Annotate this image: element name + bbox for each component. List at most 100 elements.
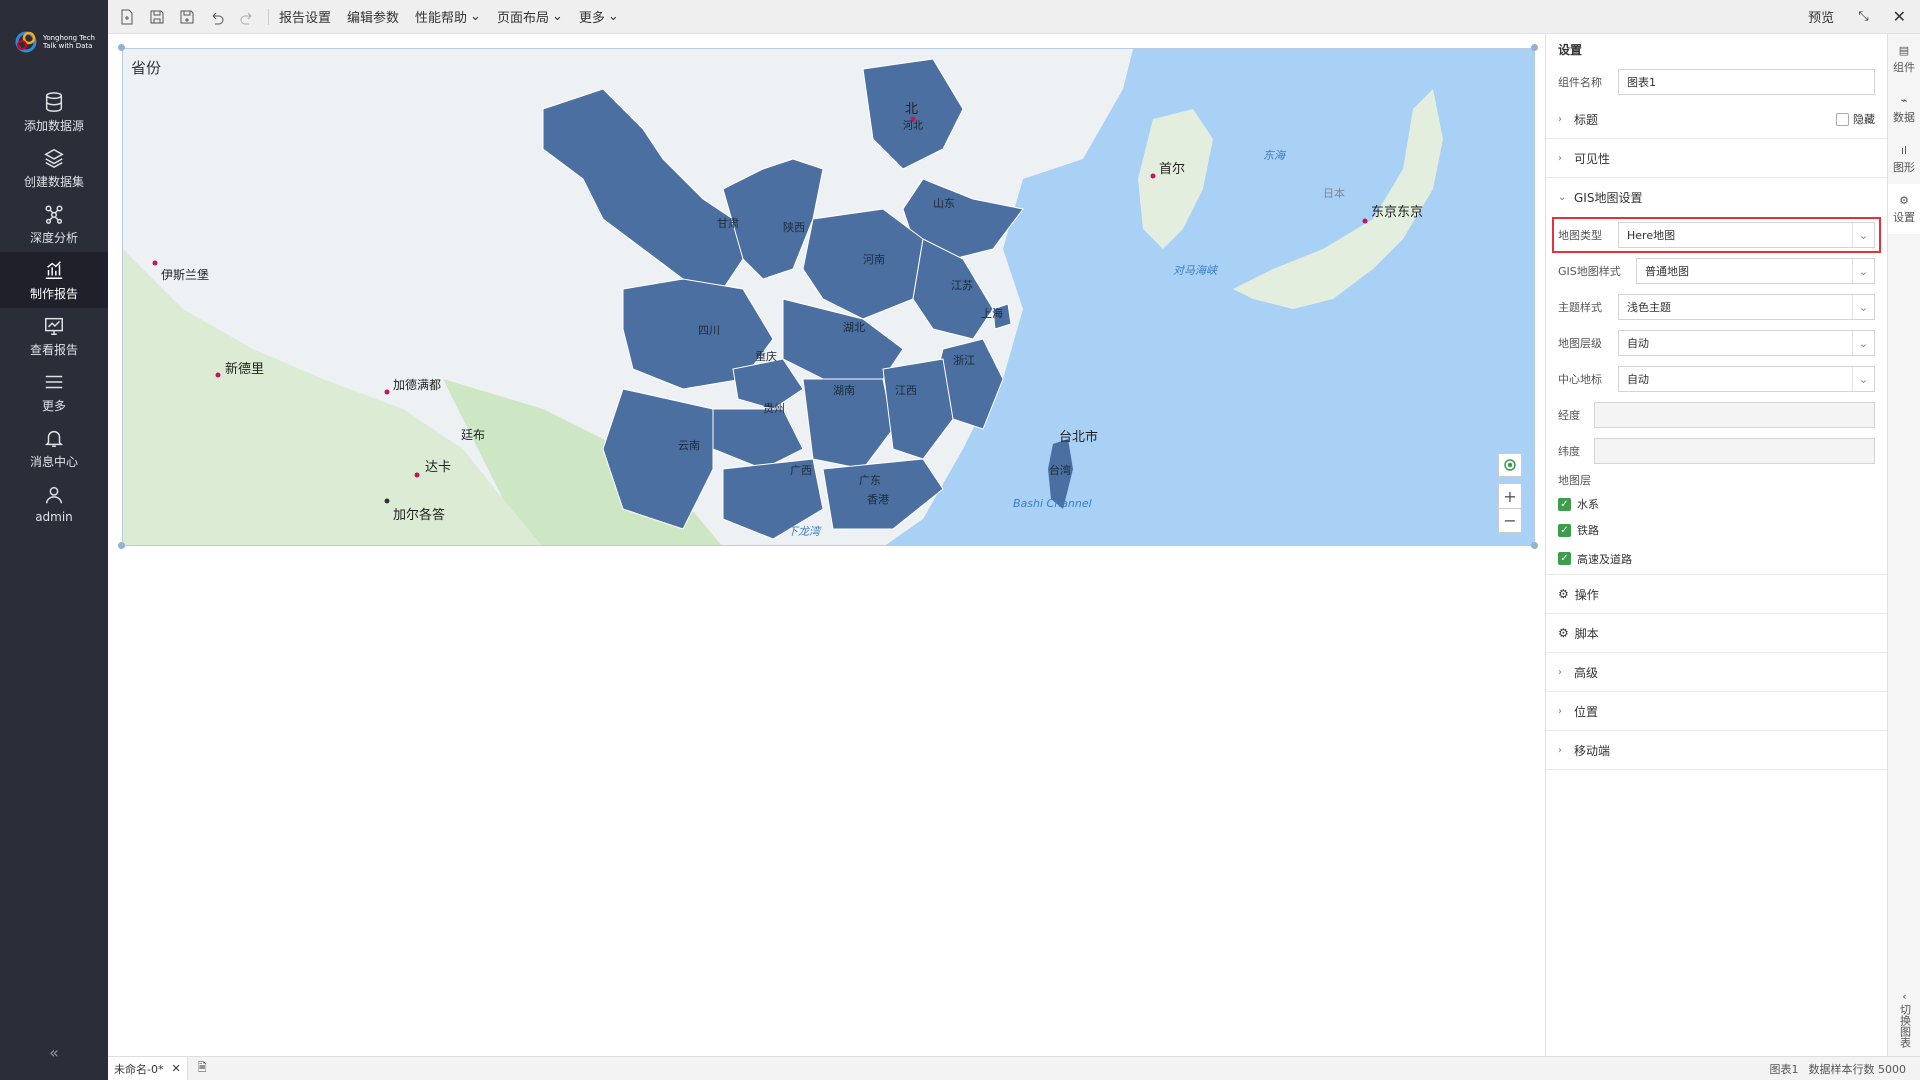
new-tab-icon[interactable]: 🗎: [198, 1059, 207, 1078]
city-marker: [152, 260, 158, 266]
nav-add-datasource[interactable]: 添加数据源: [0, 84, 108, 140]
section-mobile[interactable]: › 移动端: [1546, 731, 1887, 770]
hide-checkbox[interactable]: [1836, 112, 1849, 126]
new-report-icon[interactable]: [116, 6, 138, 28]
locate-button[interactable]: [1498, 453, 1522, 477]
theme-label: 主题样式: [1558, 301, 1602, 314]
menu-performance-help[interactable]: 性能帮助 ⌄: [415, 7, 481, 26]
city-marker: [1150, 173, 1156, 179]
center-select[interactable]: 自动 ⌄: [1618, 366, 1875, 392]
switch-chart-button[interactable]: ‹ 切换图表: [1888, 990, 1920, 1048]
chevron-right-icon: ›: [1558, 113, 1562, 125]
gis-map-component[interactable]: 甘肃 陕西 山东 河南 江苏 四川 湖北 重庆 浙江 贵州 湖南 江西 云南 广…: [122, 48, 1535, 546]
map-type-row: 地图类型 Here地图 ⌄: [1552, 217, 1881, 253]
layers-label: 地图层: [1558, 474, 1591, 487]
select-value: 自动: [1627, 373, 1649, 386]
place-label: 东京东京: [1371, 205, 1423, 220]
rightbar-settings[interactable]: ⚙ 设置: [1888, 184, 1920, 234]
section-label: 高级: [1574, 665, 1599, 680]
preview-button[interactable]: 预览: [1808, 7, 1834, 26]
section-advanced[interactable]: › 高级: [1546, 653, 1887, 692]
resize-handle[interactable]: [118, 44, 125, 51]
menu-page-layout[interactable]: 页面布局 ⌄: [497, 7, 563, 26]
nav-user[interactable]: admin: [0, 476, 108, 532]
checkbox-checked-icon[interactable]: ✓: [1558, 497, 1571, 511]
hide-label: 隐藏: [1853, 113, 1875, 126]
water-label: Bashi Channel: [1013, 497, 1092, 510]
zoom-out-button[interactable]: −: [1499, 508, 1521, 532]
layer-roads-row[interactable]: ✓ 高速及道路: [1546, 543, 1887, 575]
province-label: 重庆: [755, 349, 777, 363]
section-operation[interactable]: ⚙ 操作: [1546, 575, 1887, 614]
switch-chart-label: 切换图表: [1898, 1004, 1912, 1048]
gis-style-label: GIS地图样式: [1558, 265, 1621, 278]
nav-label: 消息中心: [29, 454, 78, 469]
close-icon[interactable]: ✕: [1893, 7, 1906, 26]
center-label: 中心地标: [1558, 373, 1602, 386]
theme-select[interactable]: 浅色主题 ⌄: [1618, 294, 1875, 320]
longitude-input[interactable]: [1594, 402, 1875, 428]
save-as-icon[interactable]: [176, 6, 198, 28]
save-icon[interactable]: [146, 6, 168, 28]
status-bar: 未命名-0* ✕ 🗎 图表1 数据样本行数 5000: [108, 1056, 1920, 1080]
component-name-input[interactable]: 图表1: [1618, 69, 1875, 95]
collapse-sidebar-button[interactable]: «: [0, 1043, 108, 1062]
menu-more[interactable]: 更多 ⌄: [579, 7, 619, 26]
rightbar-label: 设置: [1893, 210, 1915, 224]
gis-style-select[interactable]: 普通地图 ⌄: [1636, 258, 1875, 284]
rightbar-data[interactable]: ⌁ 数据: [1888, 84, 1920, 134]
undo-icon[interactable]: [206, 6, 228, 28]
gis-style-row: GIS地图样式 普通地图 ⌄: [1546, 253, 1887, 289]
nav-view-report[interactable]: 查看报告: [0, 308, 108, 364]
map-type-label: 地图类型: [1558, 229, 1602, 242]
brand-tagline: Talk with Data: [42, 42, 93, 50]
fullscreen-icon[interactable]: ⤡: [1858, 9, 1868, 24]
redo-icon[interactable]: [236, 6, 258, 28]
layer-water-row[interactable]: ✓ 水系: [1546, 491, 1887, 517]
zoom-in-button[interactable]: +: [1499, 484, 1521, 508]
province-label: 甘肃: [717, 217, 739, 230]
report-canvas[interactable]: 甘肃 陕西 山东 河南 江苏 四川 湖北 重庆 浙江 贵州 湖南 江西 云南 广…: [108, 34, 1545, 1054]
rightbar-graphics[interactable]: ıl 图形: [1888, 134, 1920, 184]
resize-handle[interactable]: [1531, 44, 1538, 51]
chevron-down-icon: ⌄: [470, 9, 481, 24]
chart-icon: [45, 260, 63, 279]
close-tab-icon[interactable]: ✕: [171, 1062, 180, 1075]
resize-handle[interactable]: [118, 542, 125, 549]
province-label: 贵州: [763, 402, 785, 415]
brand-name: Yonghong Tech: [42, 34, 95, 42]
chevron-down-icon: ⌄: [607, 9, 619, 24]
section-label: 可见性: [1574, 151, 1611, 166]
layer-railway-row[interactable]: ✓ 铁路: [1546, 517, 1887, 543]
resize-handle[interactable]: [1531, 542, 1538, 549]
map-type-select[interactable]: Here地图 ⌄: [1618, 222, 1875, 248]
gear-icon: ⚙: [1558, 626, 1569, 640]
menu-label: 编辑参数: [347, 11, 400, 26]
nav-make-report[interactable]: 制作报告: [0, 252, 108, 308]
section-title[interactable]: › 标题 隐藏: [1546, 100, 1887, 139]
section-position[interactable]: › 位置: [1546, 692, 1887, 731]
level-select[interactable]: 自动 ⌄: [1618, 330, 1875, 356]
section-visibility[interactable]: › 可见性: [1546, 139, 1887, 178]
nav-message-center[interactable]: 消息中心: [0, 420, 108, 476]
province-label: 江苏: [951, 279, 973, 292]
latitude-input[interactable]: [1594, 438, 1875, 464]
rightbar-components[interactable]: ▤ 组件: [1888, 34, 1920, 84]
menu-edit-params[interactable]: 编辑参数: [347, 7, 399, 26]
select-value: 自动: [1627, 337, 1649, 350]
user-icon: [45, 486, 63, 504]
report-tab[interactable]: 未命名-0* ✕: [108, 1057, 188, 1080]
checkbox-checked-icon[interactable]: ✓: [1558, 523, 1571, 537]
section-gis[interactable]: ⌄ GIS地图设置: [1546, 178, 1887, 217]
rightbar-label: 数据: [1893, 110, 1915, 124]
water-label: 东海: [1263, 149, 1287, 162]
province-label: 台湾: [1049, 463, 1071, 477]
checkbox-checked-icon[interactable]: ✓: [1558, 552, 1571, 565]
nav-more[interactable]: 更多: [0, 364, 108, 420]
select-value: 浅色主题: [1627, 301, 1671, 314]
nav-deep-analysis[interactable]: 深度分析: [0, 196, 108, 252]
map-svg[interactable]: 甘肃 陕西 山东 河南 江苏 四川 湖北 重庆 浙江 贵州 湖南 江西 云南 广…: [123, 49, 1535, 546]
nav-create-dataset[interactable]: 创建数据集: [0, 140, 108, 196]
section-script[interactable]: ⚙ 脚本: [1546, 614, 1887, 653]
menu-report-settings[interactable]: 报告设置: [279, 7, 331, 26]
